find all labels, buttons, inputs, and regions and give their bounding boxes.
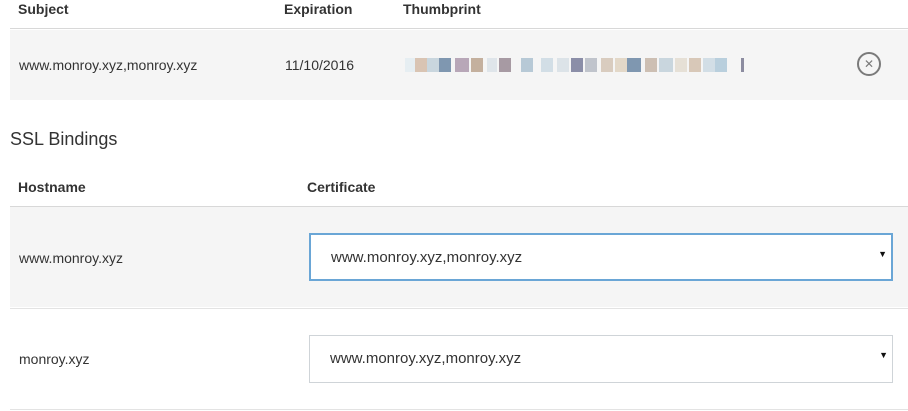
hostname-column-header: Hostname: [18, 179, 86, 195]
certificate-select-value: www.monroy.xyz,monroy.xyz: [330, 350, 522, 367]
binding-hostname: www.monroy.xyz: [19, 250, 123, 266]
binding-row: www.monroy.xyz www.monroy.xyz,monroy.xyz…: [10, 207, 908, 307]
dropdown-caret-icon: ▼: [879, 350, 888, 360]
certificates-table-header: Subject Expiration Thumbprint: [0, 0, 908, 28]
certificate-subject: www.monroy.xyz,monroy.xyz: [19, 57, 198, 73]
binding-hostname: monroy.xyz: [19, 351, 90, 367]
binding-row: monroy.xyz www.monroy.xyz,monroy.xyz ▼: [10, 309, 908, 409]
certificate-select-value: www.monroy.xyz,monroy.xyz: [331, 249, 523, 266]
certificate-column-header: Certificate: [307, 179, 376, 195]
certificate-select[interactable]: www.monroy.xyz,monroy.xyz ▼: [309, 335, 893, 383]
expiration-column-header: Expiration: [284, 1, 353, 17]
row-divider: [10, 409, 908, 410]
thumbprint-column-header: Thumbprint: [403, 1, 481, 17]
section-title-ssl-bindings: SSL Bindings: [10, 129, 118, 149]
certificate-select[interactable]: www.monroy.xyz,monroy.xyz ▼: [309, 233, 893, 281]
certificate-expiration: 11/10/2016: [285, 57, 355, 73]
certificate-row: www.monroy.xyz,monroy.xyz 11/10/2016 ✕: [10, 30, 908, 100]
subject-column-header: Subject: [18, 1, 69, 17]
bindings-table-header: Hostname Certificate: [0, 176, 908, 206]
certificate-thumbprint-redacted: [405, 58, 745, 72]
header-divider: [10, 28, 908, 29]
close-circle-icon: ✕: [863, 57, 875, 71]
dropdown-caret-icon: ▼: [878, 249, 887, 259]
remove-certificate-button[interactable]: ✕: [857, 52, 881, 76]
